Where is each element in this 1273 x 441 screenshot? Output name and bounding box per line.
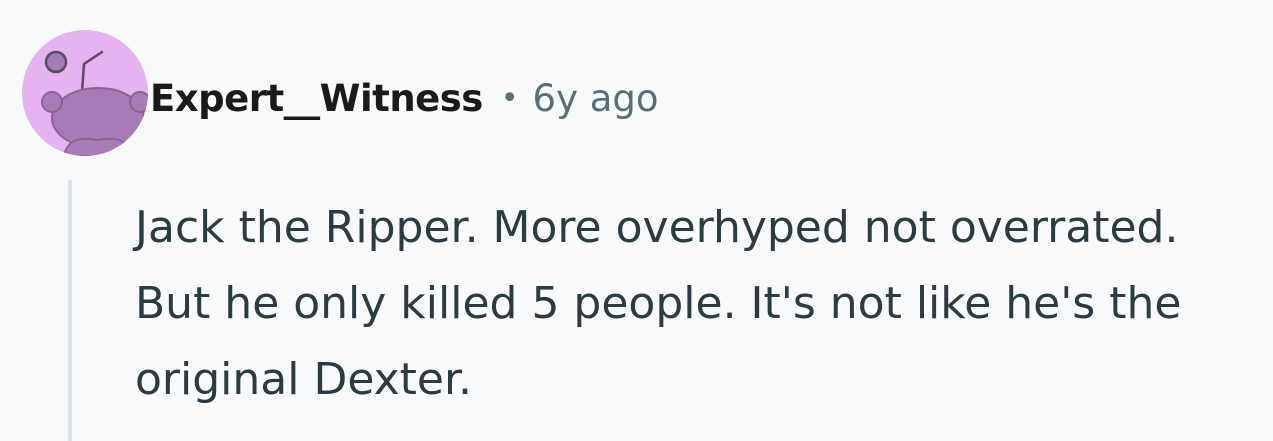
comment: Expert__Witness • 6y ago Jack the Ripper… — [0, 0, 1273, 441]
user-avatar[interactable] — [22, 30, 148, 156]
username-link[interactable]: Expert__Witness — [150, 77, 483, 120]
snoo-avatar-icon — [41, 50, 148, 156]
comment-header: Expert__Witness • 6y ago — [150, 68, 659, 128]
comment-body: Jack the Ripper. More overhyped not over… — [135, 202, 1182, 405]
comment-timestamp[interactable]: 6y ago — [533, 77, 659, 120]
separator-dot: • — [500, 80, 519, 116]
thread-line[interactable] — [68, 180, 72, 441]
